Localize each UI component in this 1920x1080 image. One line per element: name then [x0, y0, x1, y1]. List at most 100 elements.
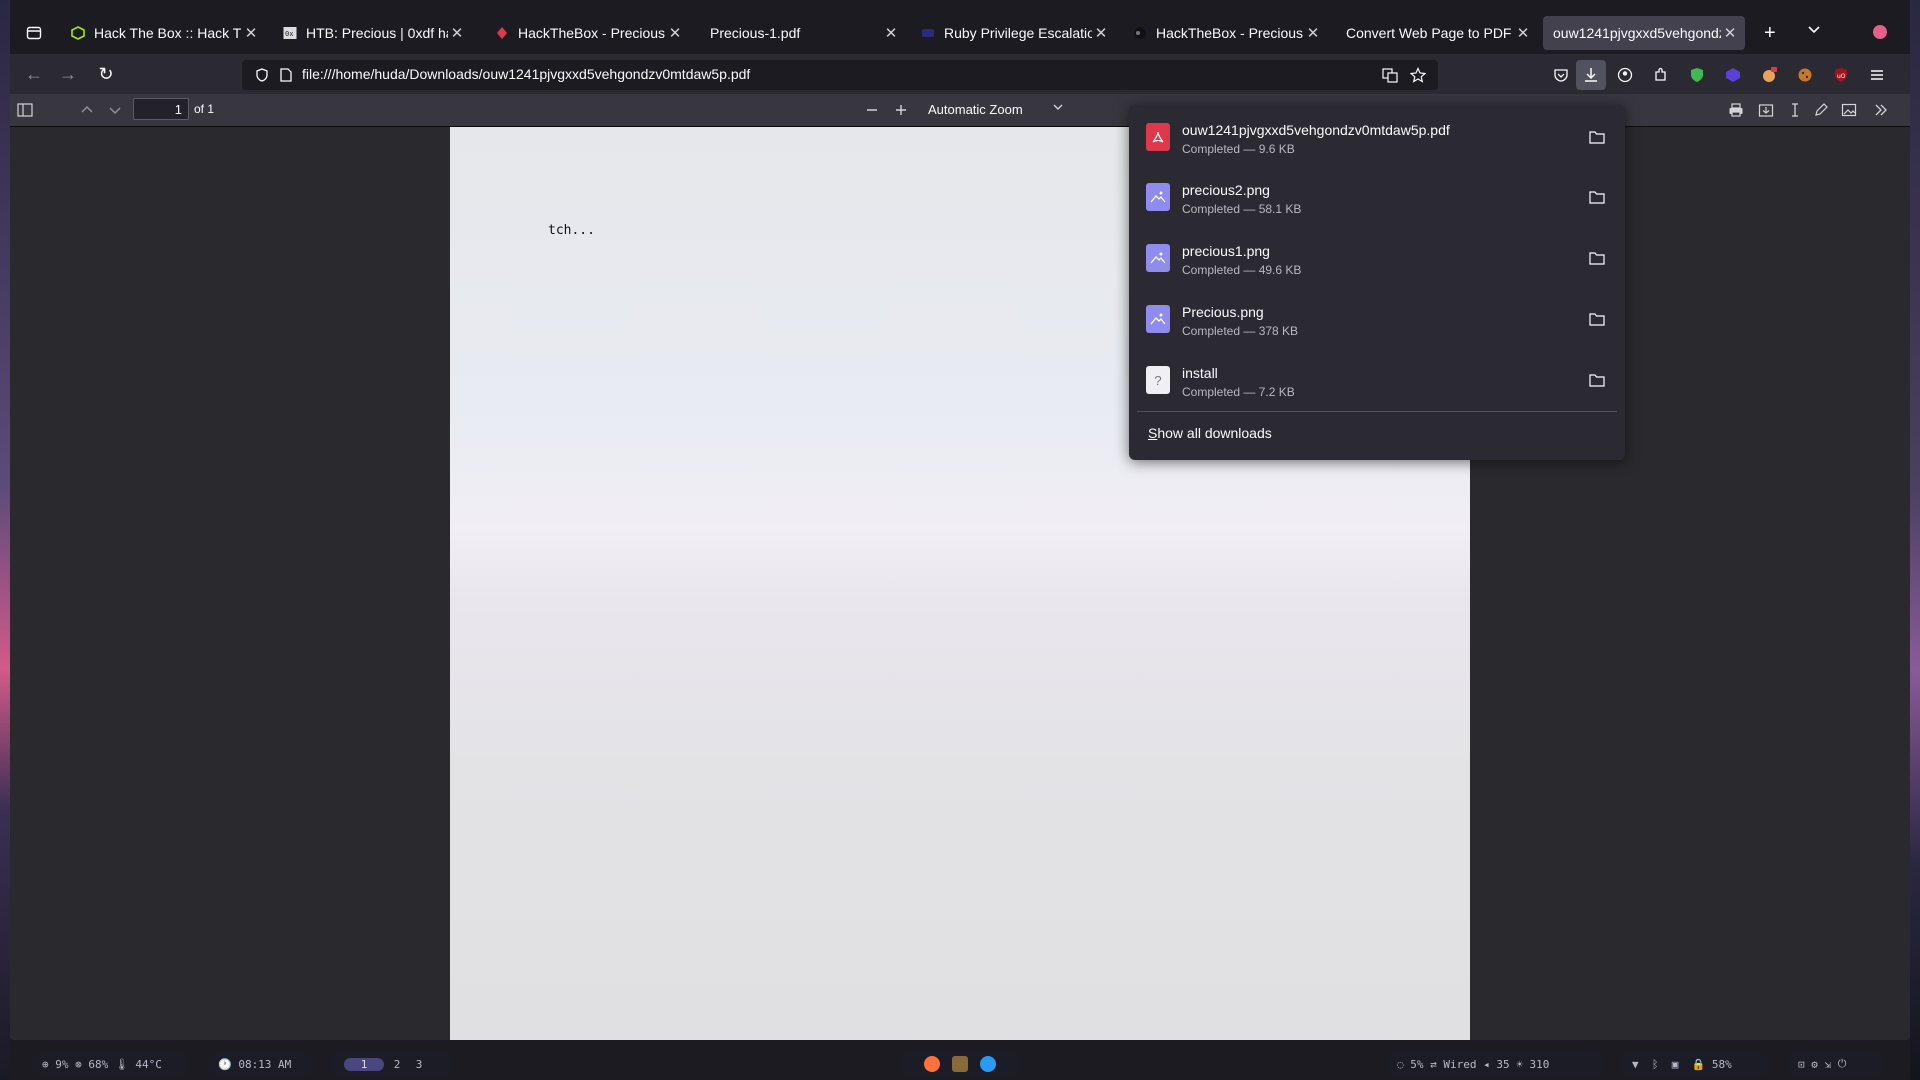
workspace-1[interactable]: 1	[344, 1057, 384, 1071]
download-status: Completed — 378 KB	[1182, 324, 1299, 338]
close-icon[interactable]: ✕	[1304, 24, 1322, 42]
download-filename: Precious.png	[1182, 304, 1264, 320]
folder-icon[interactable]	[1587, 187, 1607, 207]
image-file-icon	[1146, 183, 1170, 211]
show-all-downloads-button[interactable]: Show all downloads	[1148, 425, 1272, 441]
url-text[interactable]: file:///home/huda/Downloads/ouw1241pjvgx…	[302, 66, 750, 82]
shield-icon[interactable]	[254, 67, 270, 83]
close-icon[interactable]: ✕	[1721, 24, 1739, 42]
power-icon[interactable]: ⏻	[1838, 1057, 1847, 1071]
gitbook-icon	[920, 25, 936, 41]
previous-page-icon[interactable]	[78, 101, 96, 119]
download-item[interactable]: ouw1241pjvgxxd5vehgondzv0mtdaw5p.pdf Com…	[1137, 109, 1617, 165]
firefox-view-button[interactable]	[20, 20, 48, 46]
download-status: Completed — 9.6 KB	[1182, 142, 1295, 156]
zoom-in-icon[interactable]	[892, 101, 910, 119]
taskbar-apps	[898, 1052, 1022, 1076]
download-filename: install	[1182, 365, 1218, 381]
wifi-icon[interactable]: ▼	[1632, 1058, 1639, 1071]
tab-current-pdf[interactable]: ouw1241pjvgxxd5vehgondzv0 ✕	[1543, 16, 1745, 50]
workspace-2[interactable]: 2	[388, 1058, 406, 1071]
show-all-downloads-label: how all downloads	[1157, 425, 1272, 441]
save-download-icon[interactable]	[1757, 101, 1775, 119]
tab-precious-pdf[interactable]: Precious-1.pdf ✕	[700, 16, 906, 50]
sidebar-toggle-icon[interactable]	[16, 101, 34, 119]
zoom-out-icon[interactable]	[863, 101, 881, 119]
access-key-letter: S	[1148, 425, 1158, 441]
extensions-puzzle-icon[interactable]	[1650, 64, 1672, 86]
shield-extension-icon[interactable]	[1686, 64, 1708, 86]
tab-ruby-privesc[interactable]: Ruby Privilege Escalation | ✕	[910, 16, 1116, 50]
pocket-icon[interactable]	[1550, 64, 1572, 86]
back-button[interactable]: ←	[22, 62, 46, 86]
bookmark-star-icon[interactable]	[1410, 67, 1426, 83]
download-item[interactable]: ? install Completed — 7.2 KB	[1137, 352, 1617, 408]
medium-icon	[1132, 25, 1148, 41]
download-item[interactable]: Precious.png Completed — 378 KB	[1137, 291, 1617, 347]
translate-icon[interactable]	[1382, 67, 1398, 83]
tab-hackthebox[interactable]: Hack The Box :: Hack The B ✕	[60, 16, 266, 50]
double-chevron-right-icon[interactable]	[1872, 101, 1890, 119]
reload-button[interactable]: ↻	[94, 62, 118, 86]
workspace-3[interactable]: 3	[410, 1058, 428, 1071]
reload-icon: ↻	[98, 63, 114, 84]
cookie-extension-icon[interactable]	[1794, 64, 1816, 86]
draw-pen-icon[interactable]	[1812, 101, 1830, 119]
burp-icon[interactable]	[952, 1056, 968, 1072]
private-browsing-indicator	[1873, 25, 1887, 39]
folder-icon[interactable]	[1587, 127, 1607, 147]
page-number-input[interactable]: 1	[133, 98, 189, 120]
image-file-icon	[1146, 244, 1170, 272]
tab-strip: Hack The Box :: Hack The B ✕ 0x HTB: Pre…	[10, 10, 1910, 54]
firefox-view-icon	[26, 26, 42, 40]
pdf-viewer[interactable]: tch...	[10, 127, 1910, 1040]
lock-icon[interactable]: ⊡	[1798, 1058, 1805, 1071]
tab-0xdf[interactable]: 0x HTB: Precious | 0xdf hacks ✕	[272, 16, 472, 50]
bluetooth-icon[interactable]: ᛒ	[1652, 1058, 1659, 1071]
logout-icon[interactable]: ⇲	[1825, 1058, 1832, 1071]
screen-icon[interactable]: ▣	[1672, 1058, 1679, 1071]
forward-button[interactable]: →	[56, 62, 80, 86]
system-stats: ⊕ 9% ⊗ 68% 🌡 44°C	[30, 1052, 190, 1076]
workspace-switcher[interactable]: 1 2 3	[330, 1052, 454, 1076]
settings-icon[interactable]: ⚙	[1811, 1058, 1818, 1071]
url-bar[interactable]: file:///home/huda/Downloads/ouw1241pjvgx…	[242, 60, 1438, 90]
close-icon[interactable]: ✕	[666, 24, 684, 42]
download-item[interactable]: precious2.png Completed — 58.1 KB	[1137, 169, 1617, 225]
close-icon[interactable]: ✕	[882, 24, 900, 42]
account-icon[interactable]	[1614, 64, 1636, 86]
close-icon[interactable]: ✕	[1514, 24, 1532, 42]
text-cursor-icon[interactable]	[1786, 101, 1804, 119]
next-page-icon[interactable]	[106, 101, 124, 119]
cube-extension-icon[interactable]	[1722, 64, 1744, 86]
zoom-select-value: Automatic Zoom	[928, 102, 1023, 117]
close-icon[interactable]: ✕	[1092, 24, 1110, 42]
close-icon[interactable]: ✕	[242, 24, 260, 42]
download-filename: precious1.png	[1182, 243, 1270, 259]
file-page-icon[interactable]	[278, 67, 294, 83]
folder-icon[interactable]	[1587, 309, 1607, 329]
print-icon[interactable]	[1727, 101, 1745, 119]
folder-icon[interactable]	[1587, 248, 1607, 268]
folder-icon[interactable]	[1587, 370, 1607, 390]
hackthebox-cube-icon	[70, 25, 86, 41]
close-icon[interactable]: ✕	[448, 24, 466, 42]
zoom-select[interactable]: Automatic Zoom	[920, 98, 1070, 122]
download-filename: ouw1241pjvgxxd5vehgondzv0mtdaw5p.pdf	[1182, 122, 1450, 138]
vscode-icon[interactable]	[980, 1056, 996, 1072]
download-item[interactable]: precious1.png Completed — 49.6 KB	[1137, 230, 1617, 286]
pdf-file-icon	[1146, 123, 1170, 151]
tab-hackthebox-precious-l[interactable]: HackTheBox - Precious | L ✕	[484, 16, 690, 50]
ublock-origin-icon[interactable]: uO	[1830, 64, 1852, 86]
firefox-icon[interactable]	[924, 1056, 940, 1072]
tab-hackthebox-precious-m[interactable]: HackTheBox - Precious | M ✕	[1122, 16, 1328, 50]
list-all-tabs-button[interactable]	[1807, 22, 1821, 39]
download-filename: precious2.png	[1182, 182, 1270, 198]
downloads-button[interactable]	[1576, 60, 1606, 90]
fox-extension-icon[interactable]	[1758, 64, 1780, 86]
tab-convert-web-page[interactable]: Convert Web Page to PDF ✕	[1332, 16, 1538, 50]
arrow-left-icon: ←	[25, 63, 43, 84]
new-tab-button[interactable]: +	[1764, 22, 1776, 45]
hamburger-menu-icon[interactable]	[1866, 64, 1888, 86]
add-image-icon[interactable]	[1840, 101, 1858, 119]
